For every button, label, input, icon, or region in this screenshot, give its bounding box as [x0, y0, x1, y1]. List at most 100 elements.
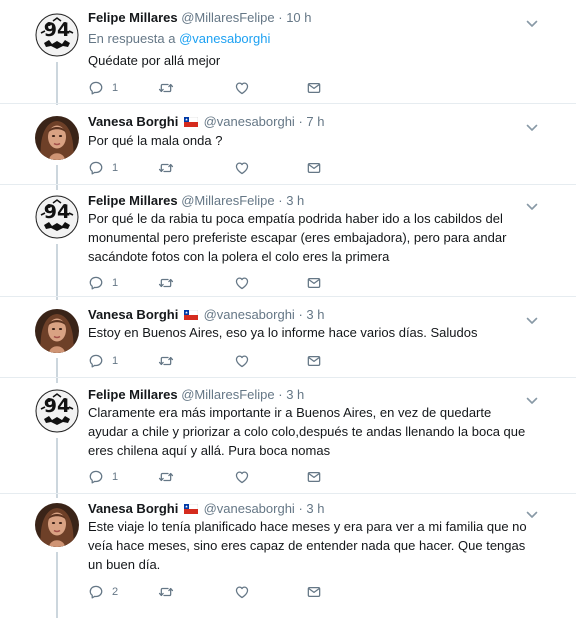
reply-button[interactable]: 1 — [88, 275, 118, 291]
chevron-down-icon[interactable] — [526, 198, 538, 206]
tweet-header: Felipe Millares @MillaresFelipe · 3 h — [88, 192, 546, 210]
retweet-icon — [158, 584, 174, 600]
tweet-timestamp[interactable]: 3 h — [286, 387, 304, 402]
tweet-actions: 2 — [88, 584, 348, 600]
separator-dot: · — [298, 307, 303, 322]
direct-message-button[interactable] — [306, 275, 322, 291]
author-name[interactable]: Vanesa Borghi — [88, 307, 178, 322]
envelope-icon — [306, 80, 322, 96]
reply-icon — [88, 160, 104, 176]
like-button[interactable] — [234, 353, 258, 369]
retweet-icon — [158, 275, 174, 291]
tweet-divider — [0, 103, 576, 104]
tweet-actions: 1 — [88, 80, 348, 96]
chevron-down-icon[interactable] — [526, 15, 538, 23]
tweet-header: Felipe Millares @MillaresFelipe · 3 h — [88, 386, 546, 404]
author-handle[interactable]: @vanesaborghi — [204, 307, 295, 322]
author-name[interactable]: Vanesa Borghi — [88, 114, 178, 129]
direct-message-button[interactable] — [306, 160, 322, 176]
tweet-text: Este viaje lo tenía planificado hace mes… — [88, 519, 527, 572]
logo-94-avatar[interactable] — [35, 389, 79, 433]
tweet-timestamp[interactable]: 3 h — [306, 307, 324, 322]
tweet-text: Por qué la mala onda ? — [88, 133, 223, 148]
direct-message-button[interactable] — [306, 80, 322, 96]
author-name[interactable]: Vanesa Borghi — [88, 501, 178, 516]
author-handle[interactable]: @MillaresFelipe — [181, 193, 274, 208]
direct-message-button[interactable] — [306, 469, 322, 485]
tweet-divider — [0, 377, 576, 378]
tweet-divider — [0, 296, 576, 297]
retweet-button[interactable] — [158, 275, 182, 291]
separator-dot: · — [298, 501, 303, 516]
reply-button[interactable]: 2 — [88, 584, 118, 600]
tweet-text: Por qué le da rabia tu poca empatía podr… — [88, 211, 507, 264]
envelope-icon — [306, 353, 322, 369]
tweet-text: Estoy en Buenos Aires, eso ya lo informe… — [88, 325, 478, 340]
reply-count: 1 — [112, 471, 119, 483]
logo-94-avatar[interactable] — [35, 13, 79, 57]
thread-connector-line — [56, 552, 58, 618]
chevron-down-icon[interactable] — [526, 119, 538, 127]
retweet-icon — [158, 80, 174, 96]
envelope-icon — [306, 469, 322, 485]
woman-photo-avatar[interactable] — [35, 309, 79, 353]
tweet-timestamp[interactable]: 3 h — [306, 501, 324, 516]
reply-button[interactable]: 1 — [88, 469, 118, 485]
like-button[interactable] — [234, 80, 258, 96]
author-handle[interactable]: @vanesaborghi — [204, 501, 295, 516]
envelope-icon — [306, 584, 322, 600]
author-handle[interactable]: @MillaresFelipe — [181, 10, 274, 25]
tweet-timestamp[interactable]: 10 h — [286, 10, 311, 25]
logo-94-avatar[interactable] — [35, 195, 79, 239]
reply-count: 1 — [112, 277, 119, 289]
reply-icon — [88, 80, 104, 96]
retweet-button[interactable] — [158, 80, 182, 96]
thread-connector-line — [56, 62, 58, 105]
tweet-timestamp[interactable]: 3 h — [286, 193, 304, 208]
separator-dot: · — [278, 193, 283, 208]
tweet-divider — [0, 184, 576, 185]
envelope-icon — [306, 160, 322, 176]
tweet-header: Vanesa Borghi @vanesaborghi · 3 h — [88, 500, 546, 518]
like-button[interactable] — [234, 469, 258, 485]
reply-button[interactable]: 1 — [88, 80, 118, 96]
retweet-button[interactable] — [158, 584, 182, 600]
retweet-button[interactable] — [158, 353, 182, 369]
like-button[interactable] — [234, 275, 258, 291]
tweet-actions: 1 — [88, 160, 348, 176]
reply-button[interactable]: 1 — [88, 160, 118, 176]
reply-icon — [88, 584, 104, 600]
heart-icon — [234, 275, 250, 291]
author-handle[interactable]: @vanesaborghi — [204, 114, 295, 129]
reply-count: 2 — [112, 586, 119, 598]
woman-photo-avatar[interactable] — [35, 503, 79, 547]
direct-message-button[interactable] — [306, 353, 322, 369]
author-name[interactable]: Felipe Millares — [88, 387, 178, 402]
like-button[interactable] — [234, 584, 258, 600]
like-button[interactable] — [234, 160, 258, 176]
chile-flag-icon — [184, 307, 198, 317]
tweet-timestamp[interactable]: 7 h — [306, 114, 324, 129]
chile-flag-icon — [184, 501, 198, 511]
tweet-divider — [0, 493, 576, 494]
thread-connector-line — [56, 165, 58, 190]
reply-context: En respuesta a @vanesaborghi — [88, 30, 270, 48]
reply-count: 1 — [112, 82, 119, 94]
author-name[interactable]: Felipe Millares — [88, 10, 178, 25]
tweet-thread: Felipe Millares @MillaresFelipe · 10 h En… — [0, 0, 576, 618]
reply-button[interactable]: 1 — [88, 353, 118, 369]
retweet-button[interactable] — [158, 469, 182, 485]
chevron-down-icon[interactable] — [526, 506, 538, 514]
direct-message-button[interactable] — [306, 584, 322, 600]
chevron-down-icon[interactable] — [526, 312, 538, 320]
thread-connector-line — [56, 438, 58, 498]
reply-to-link[interactable]: @vanesaborghi — [179, 31, 270, 46]
woman-photo-avatar[interactable] — [35, 116, 79, 160]
thread-connector-line — [56, 244, 58, 300]
chevron-down-icon[interactable] — [526, 392, 538, 400]
author-handle[interactable]: @MillaresFelipe — [181, 387, 274, 402]
reply-count: 1 — [112, 162, 119, 174]
retweet-button[interactable] — [158, 160, 182, 176]
tweet-header: Vanesa Borghi @vanesaborghi · 7 h — [88, 113, 546, 131]
author-name[interactable]: Felipe Millares — [88, 193, 178, 208]
